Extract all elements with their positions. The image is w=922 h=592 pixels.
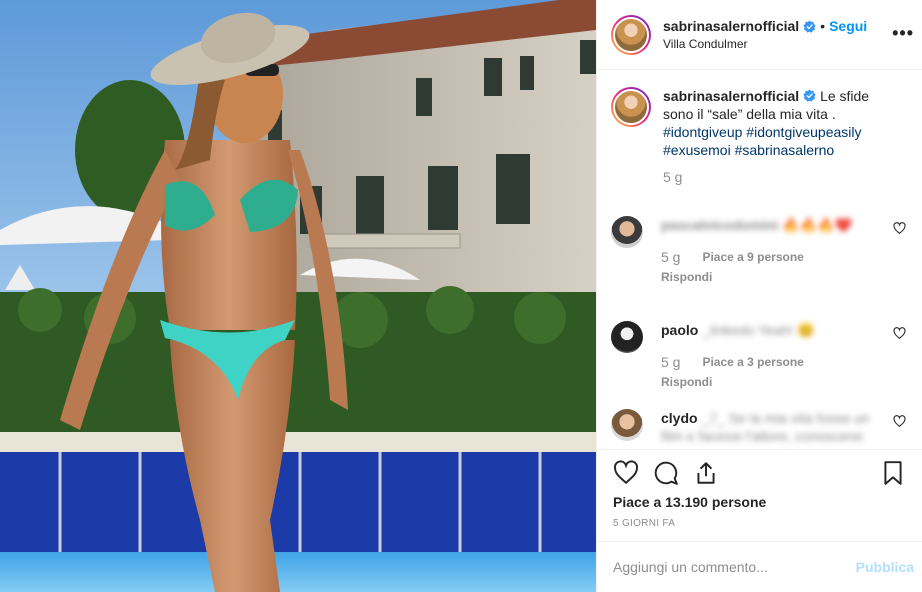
comment-text: _linkedo Yeah! 😊 [702, 322, 815, 338]
comment-time: 5 g [661, 249, 681, 265]
post-location[interactable]: Villa Condulmer [663, 37, 867, 51]
comment-likes[interactable]: Piace a 9 persone [702, 248, 803, 266]
comment-icon[interactable] [653, 460, 679, 486]
caption-time: 5 g [663, 169, 683, 185]
hashtag-link[interactable]: #exusemoi [663, 142, 731, 158]
comment-text: 🔥🔥🔥❤️ [782, 217, 853, 233]
like-comment-heart-icon[interactable] [893, 415, 906, 428]
commenter-username[interactable]: paolo [661, 322, 698, 338]
separator-dot: • [820, 18, 826, 34]
commenter-avatar[interactable] [611, 216, 643, 248]
follow-button[interactable]: Segui [829, 18, 867, 34]
like-comment-heart-icon[interactable] [893, 222, 906, 235]
caption-username[interactable]: sabrinasalernofficial [663, 88, 799, 104]
comment-item: clydo _7_ Se la mia vita fosse un film e… [597, 409, 922, 445]
post-header: sabrinasalernofficial • Segui Villa Cond… [597, 0, 922, 70]
like-comment-heart-icon[interactable] [893, 327, 906, 340]
pool-scene-image [0, 0, 596, 592]
reply-button[interactable]: Rispondi [661, 268, 881, 286]
author-username[interactable]: sabrinasalernofficial [663, 18, 799, 34]
post-likes-count[interactable]: Piace a 13.190 persone [613, 494, 906, 510]
post-time-ago: 5 GIORNI FA [613, 518, 676, 529]
comment-item: paolo _linkedo Yeah! 😊 5 g Piace a 3 per… [597, 321, 922, 391]
publish-button[interactable]: Pubblica [856, 559, 914, 575]
post-photo[interactable] [0, 0, 596, 592]
bookmark-icon[interactable] [880, 460, 906, 486]
post-actions: Piace a 13.190 persone 5 GIORNI FA [597, 449, 922, 529]
more-options-icon[interactable]: ••• [892, 23, 914, 44]
add-comment-bar: Pubblica [597, 541, 922, 592]
comment-item: pascalvicodomini 🔥🔥🔥❤️ 5 g Piace a 9 per… [597, 216, 922, 286]
caption-avatar[interactable] [611, 87, 651, 127]
hashtag-link[interactable]: #idontgiveupeasily [746, 124, 861, 140]
commenter-username[interactable]: clydo [661, 410, 698, 426]
author-avatar[interactable] [611, 14, 651, 55]
commenter-avatar[interactable] [611, 321, 643, 353]
heart-icon[interactable] [613, 460, 639, 486]
commenter-avatar[interactable] [611, 409, 643, 441]
comment-likes[interactable]: Piace a 3 persone [702, 353, 803, 371]
comment-time: 5 g [661, 354, 681, 370]
comments-list[interactable]: sabrinasalernofficial Le sfide sono il “… [597, 71, 922, 449]
verified-badge-icon [803, 19, 816, 33]
hashtag-link[interactable]: #idontgiveup [663, 124, 742, 140]
verified-badge-icon [803, 89, 816, 102]
hashtag-link[interactable]: #sabrinasalerno [735, 142, 835, 158]
commenter-username[interactable]: pascalvicodomini [661, 217, 778, 233]
post-sidebar: sabrinasalernofficial • Segui Villa Cond… [596, 0, 922, 592]
reply-button[interactable]: Rispondi [661, 373, 881, 391]
comment-input[interactable] [613, 559, 856, 575]
post-caption: sabrinasalernofficial Le sfide sono il “… [597, 71, 922, 159]
share-icon[interactable] [693, 460, 719, 486]
